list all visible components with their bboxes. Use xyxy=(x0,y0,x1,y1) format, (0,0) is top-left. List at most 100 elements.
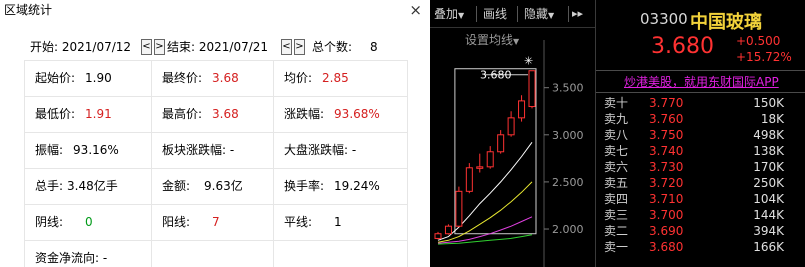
ad-link[interactable]: 炒港美股，就用东财国际APP xyxy=(624,73,779,90)
kline-chart-panel: 叠加▼ 画线 隐藏▼ ▸▸ 设置均线▼ 3.500 3.000 2.500 2.000… xyxy=(430,0,595,267)
order-row: 卖九 3.760 18K xyxy=(596,111,805,127)
divider xyxy=(596,70,805,71)
order-row: 卖六 3.730 170K xyxy=(596,159,805,175)
order-row: 卖十 3.770 150K xyxy=(596,95,805,111)
high-price-value: 3.68 xyxy=(212,107,239,121)
candlestick-chart: 3.500 3.000 2.500 2.000 3.680 ✳ xyxy=(434,40,584,267)
date-range-row: 开始: 2021/07/12 < > 结束: 2021/07/21 < > 总个… xyxy=(0,38,430,56)
order-label: 卖十 xyxy=(604,96,629,110)
sector-change-label: 板块涨跌幅: - xyxy=(162,143,235,157)
order-label: 卖二 xyxy=(604,224,629,238)
order-price: 3.700 xyxy=(649,208,684,222)
region-stats-dialog: 区域统计 × 开始: 2021/07/12 < > 结束: 2021/07/21… xyxy=(0,0,430,267)
high-price-label: 最高价: xyxy=(162,107,203,121)
dialog-title: 区域统计 xyxy=(4,3,53,17)
negative-candles-label: 阴线: xyxy=(35,215,64,229)
order-label: 卖六 xyxy=(604,160,629,174)
candle-body xyxy=(518,100,526,119)
avg-price-value: 2.85 xyxy=(322,71,349,85)
order-price: 3.730 xyxy=(649,160,684,174)
price-change: +0.500 xyxy=(736,34,781,48)
close-price-label: 最终价: xyxy=(162,71,203,85)
close-price-cell: 最终价: 3.68 xyxy=(152,61,274,97)
order-row: 卖五 3.720 250K xyxy=(596,175,805,191)
order-row: 卖一 3.680 166K xyxy=(596,239,805,255)
stock-header: 03300 中国玻璃 xyxy=(596,8,805,33)
amplitude-cell: 振幅: 93.16% xyxy=(24,133,152,169)
moving-average-line xyxy=(437,142,533,241)
order-price: 3.690 xyxy=(649,224,684,238)
fund-flow-label: 资金净流向: - xyxy=(35,251,108,265)
amount-label: 金额: xyxy=(162,179,191,193)
order-volume: 394K xyxy=(753,224,784,238)
rise-value: 93.68% xyxy=(334,107,380,121)
candle-body xyxy=(434,233,442,239)
order-price: 3.710 xyxy=(649,192,684,206)
end-prev-button[interactable]: < xyxy=(281,39,292,55)
stock-name: 中国玻璃 xyxy=(690,12,762,33)
positive-candles-label: 阳线: xyxy=(162,215,191,229)
start-prev-button[interactable]: < xyxy=(141,39,152,55)
market-change-cell: 大盘涨跌幅: - xyxy=(274,133,408,169)
order-label: 卖八 xyxy=(604,128,629,142)
negative-candles-value: 0 xyxy=(85,215,93,229)
amount-value: 9.63亿 xyxy=(204,179,243,193)
flat-candles-value: 1 xyxy=(334,215,342,229)
open-price-value: 1.90 xyxy=(85,71,112,85)
candle-body xyxy=(528,70,536,108)
order-volume: 18K xyxy=(760,112,784,126)
close-icon[interactable]: × xyxy=(409,0,422,20)
order-price: 3.760 xyxy=(649,112,684,126)
close-price-value: 3.68 xyxy=(212,71,239,85)
negative-candles-cell: 阴线: 0 xyxy=(24,205,152,241)
candle-body xyxy=(486,151,494,168)
star-icon: ✳ xyxy=(524,55,533,68)
open-price-cell: 起始价: 1.90 xyxy=(24,61,152,97)
open-price-label: 起始价: xyxy=(35,71,76,85)
end-next-button[interactable]: > xyxy=(294,39,305,55)
empty-cell xyxy=(274,241,408,267)
volume-value: 3.48亿手 xyxy=(67,179,118,193)
rise-label: 涨跌幅: xyxy=(284,107,325,121)
amplitude-value: 93.16% xyxy=(73,143,119,157)
end-date: 结束: 2021/07/21 xyxy=(167,40,269,54)
flat-candles-label: 平线: xyxy=(284,215,313,229)
order-row: 卖八 3.750 498K xyxy=(596,127,805,143)
amplitude-label: 振幅: xyxy=(35,143,64,157)
count-value: 8 xyxy=(370,40,378,54)
order-price: 3.740 xyxy=(649,144,684,158)
candle-body xyxy=(455,190,463,227)
high-price-cell: 最高价: 3.68 xyxy=(152,97,274,133)
count-label: 总个数: xyxy=(312,40,353,54)
order-volume: 498K xyxy=(753,128,784,142)
fund-flow-cell: 资金净流向: - xyxy=(24,241,152,267)
order-volume: 104K xyxy=(753,192,784,206)
last-price: 3.680 xyxy=(651,34,714,59)
start-date: 开始: 2021/07/12 xyxy=(30,40,132,54)
turnover-value: 19.24% xyxy=(334,179,380,193)
order-volume: 138K xyxy=(753,144,784,158)
high-annotation-label: 3.680 xyxy=(480,69,512,82)
order-price: 3.750 xyxy=(649,128,684,142)
turnover-label: 换手率: xyxy=(284,179,325,193)
candle-body xyxy=(465,167,473,192)
quote-panel: 03300 中国玻璃 3.680 +0.500 +15.72% 炒港美股，就用东… xyxy=(595,0,805,267)
turnover-cell: 换手率: 19.24% xyxy=(274,169,408,205)
rise-cell: 涨跌幅: 93.68% xyxy=(274,97,408,133)
flat-candles-cell: 平线: 1 xyxy=(274,205,408,241)
order-label: 卖四 xyxy=(604,192,629,206)
order-label: 卖七 xyxy=(604,144,629,158)
candle-body xyxy=(507,117,515,136)
price-change-pct: +15.72% xyxy=(736,50,792,64)
dialog-titlebar: 区域统计 × xyxy=(0,0,430,20)
order-label: 卖三 xyxy=(604,208,629,222)
order-row: 卖二 3.690 394K xyxy=(596,223,805,239)
start-next-button[interactable]: > xyxy=(154,39,165,55)
y-tick-label: 3.500 xyxy=(552,82,584,95)
low-price-label: 最低价: xyxy=(35,107,76,121)
y-tick-label: 3.000 xyxy=(552,129,584,142)
order-book: 卖十 3.770 150K 卖九 3.760 18K 卖八 3.750 498K 卖七 3.740 1… xyxy=(596,95,805,255)
avg-price-cell: 均价: 2.85 xyxy=(274,61,408,97)
selection-region xyxy=(454,68,537,235)
market-change-label: 大盘涨跌幅: - xyxy=(284,143,357,157)
